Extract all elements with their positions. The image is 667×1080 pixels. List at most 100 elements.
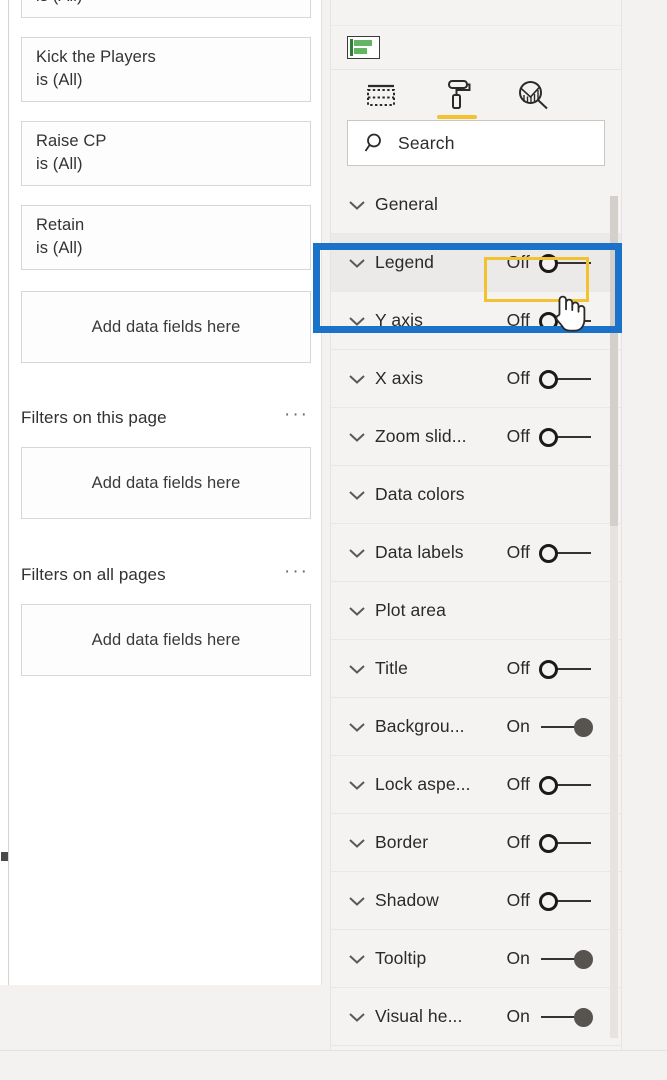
chevron-down-icon[interactable] [345, 895, 369, 907]
property-row-shadow[interactable]: Shadow Off [331, 872, 621, 930]
property-row-data-labels[interactable]: Data labels Off [331, 524, 621, 582]
format-pane-scrollbar-thumb[interactable] [610, 196, 618, 526]
background-toggle[interactable]: On [506, 715, 607, 739]
filters-on-this-page-header: Filters on this page ··· [21, 405, 311, 428]
tab-analytics[interactable] [513, 75, 553, 115]
filter-card-retain[interactable]: Retain is (All) [21, 205, 311, 270]
property-label: Title [375, 658, 408, 678]
property-row-title[interactable]: Title Off [331, 640, 621, 698]
x-axis-toggle[interactable]: Off [507, 367, 607, 391]
title-toggle[interactable]: Off [507, 657, 607, 681]
data-labels-toggle[interactable]: Off [507, 541, 607, 565]
section-title: Filters on all pages [21, 565, 166, 584]
toggle-switch[interactable] [539, 773, 593, 797]
filter-card-name: Kick the Players [36, 48, 156, 66]
property-row-zoom-slider[interactable]: Zoom slid... Off [331, 408, 621, 466]
chevron-down-icon[interactable] [345, 837, 369, 849]
canvas-background [622, 0, 667, 1080]
toggle-switch[interactable] [539, 541, 593, 565]
toggle-switch[interactable] [539, 947, 593, 971]
property-label: Data colors [375, 484, 465, 504]
chevron-down-icon[interactable] [345, 779, 369, 791]
property-row-data-colors[interactable]: Data colors [331, 466, 621, 524]
bar-chart-visual-icon[interactable] [347, 36, 380, 59]
chevron-down-icon[interactable] [345, 721, 369, 733]
hand-pointer-cursor [548, 288, 588, 345]
toggle-switch[interactable] [539, 657, 593, 681]
visual-header-toggle[interactable]: On [506, 1005, 607, 1029]
toggle-switch[interactable] [539, 1005, 593, 1029]
tab-format[interactable] [437, 75, 477, 119]
toggle-state-label: Off [506, 832, 530, 852]
filter-card-name: Retain [36, 216, 85, 234]
chevron-down-icon[interactable] [345, 663, 369, 675]
section-more-menu-icon[interactable]: ··· [282, 405, 311, 425]
search-area: Search [331, 120, 621, 176]
rail-resize-handle[interactable] [1, 852, 8, 861]
property-row-plot-area[interactable]: Plot area [331, 582, 621, 640]
toggle-state-label: On [506, 1006, 530, 1026]
toggle-state-label: On [506, 716, 530, 736]
toggle-switch[interactable] [539, 831, 593, 855]
pane-top-spacer [331, 0, 621, 26]
property-row-x-axis[interactable]: X axis Off [331, 350, 621, 408]
toggle-switch[interactable] [539, 715, 593, 739]
shadow-toggle[interactable]: Off [507, 889, 607, 913]
chevron-down-icon[interactable] [345, 373, 369, 385]
toggle-switch[interactable] [539, 425, 593, 449]
chevron-down-icon[interactable] [345, 489, 369, 501]
property-row-background[interactable]: Backgrou... On [331, 698, 621, 756]
filter-card-value: is (All) [36, 71, 83, 89]
chevron-down-icon[interactable] [345, 257, 369, 269]
property-label: Tooltip [375, 948, 427, 968]
toggle-state-label: On [506, 948, 530, 968]
property-row-lock-aspect[interactable]: Lock aspe... Off [331, 756, 621, 814]
format-pane-tabs [331, 70, 621, 120]
fields-table-icon [367, 84, 395, 106]
filter-card-value: is (All) [22, 0, 310, 17]
filters-on-all-pages-header: Filters on all pages ··· [21, 562, 311, 585]
filters-pane: is (All) Kick the Players is (All) Raise… [9, 0, 322, 985]
toggle-state-label: Off [506, 368, 530, 388]
left-collapse-rail[interactable] [0, 0, 9, 985]
tooltip-toggle[interactable]: On [506, 947, 607, 971]
lock-aspect-toggle[interactable]: Off [507, 773, 607, 797]
section-more-menu-icon[interactable]: ··· [282, 562, 311, 582]
chevron-down-icon[interactable] [345, 199, 369, 211]
search-placeholder: Search [398, 132, 455, 153]
tab-fields[interactable] [361, 75, 401, 115]
border-toggle[interactable]: Off [507, 831, 607, 855]
all-pages-filter-dropzone[interactable]: Add data fields here [21, 604, 311, 676]
property-label: Y axis [375, 310, 423, 330]
property-label: Backgrou... [375, 716, 465, 736]
toggle-switch[interactable] [539, 367, 593, 391]
zoom-slider-toggle[interactable]: Off [507, 425, 607, 449]
property-row-border[interactable]: Border Off [331, 814, 621, 872]
toggle-switch[interactable] [539, 889, 593, 913]
property-row-general[interactable]: General [331, 176, 621, 234]
property-row-legend[interactable]: Legend Off [331, 234, 621, 302]
filter-card[interactable]: is (All) [21, 0, 311, 18]
toggle-state-label: Off [506, 310, 530, 330]
filter-card-raise-cp[interactable]: Raise CP is (All) [21, 121, 311, 186]
property-label: Data labels [375, 542, 464, 562]
chevron-down-icon[interactable] [345, 547, 369, 559]
analytics-magnifier-icon [519, 81, 548, 110]
section-title: Filters on this page [21, 408, 167, 427]
search-input[interactable]: Search [347, 120, 605, 166]
visual-filter-dropzone[interactable]: Add data fields here [21, 291, 311, 363]
visualizations-format-pane: Search General Legend Off Y axis Off X a… [330, 0, 622, 1050]
chevron-down-icon[interactable] [345, 605, 369, 617]
chevron-down-icon[interactable] [345, 431, 369, 443]
filter-card-value: is (All) [36, 155, 83, 173]
page-filter-dropzone[interactable]: Add data fields here [21, 447, 311, 519]
chevron-down-icon[interactable] [345, 953, 369, 965]
property-row-visual-header[interactable]: Visual he... On [331, 988, 621, 1046]
property-row-tooltip[interactable]: Tooltip On [331, 930, 621, 988]
bottom-status-strip [0, 1050, 667, 1080]
chevron-down-icon[interactable] [345, 315, 369, 327]
filter-card-kick-the-players[interactable]: Kick the Players is (All) [21, 37, 311, 102]
property-label: Lock aspe... [375, 774, 471, 794]
chevron-down-icon[interactable] [345, 1011, 369, 1023]
property-label: X axis [375, 368, 424, 388]
